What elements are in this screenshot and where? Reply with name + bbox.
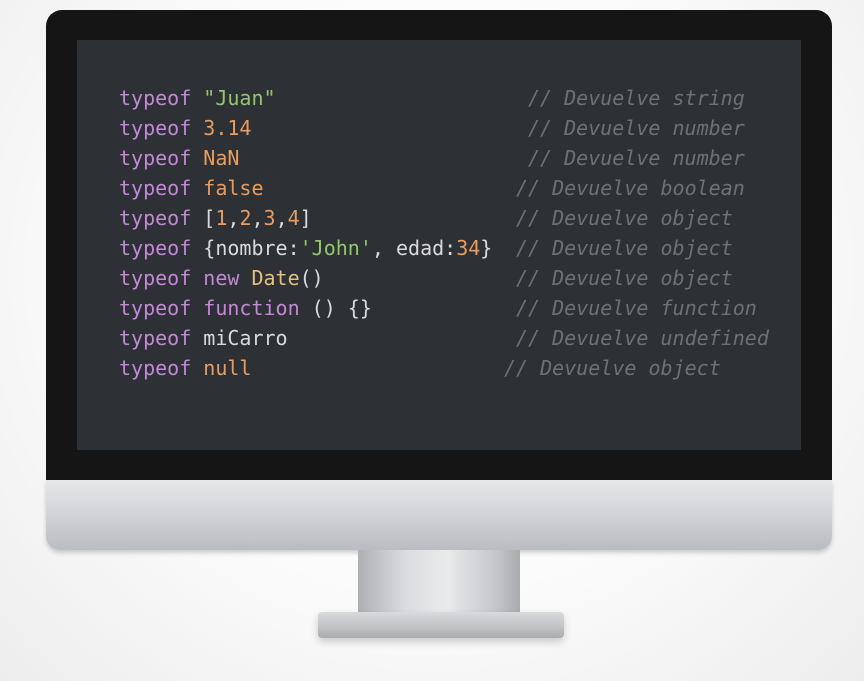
code-line: typeof function () {}	[119, 296, 372, 320]
code-line: typeof miCarro	[119, 326, 288, 350]
code-token-number: null	[203, 356, 252, 380]
code-token-keyword: typeof	[119, 296, 192, 320]
code-token-keyword: typeof	[119, 236, 192, 260]
code-token-prop: edad:	[395, 236, 457, 260]
code-token-keyword: new	[203, 266, 240, 290]
code-token-keyword: typeof	[119, 176, 192, 200]
code-token-keyword: typeof	[119, 116, 192, 140]
code-line: typeof "Juan"	[119, 86, 276, 110]
code-token-punct	[191, 266, 203, 290]
code-token-punct: }	[480, 236, 493, 260]
code-token-keyword: typeof	[119, 146, 192, 170]
code-comment: // Devuelve object	[516, 266, 733, 290]
code-token-punct: ,	[227, 206, 240, 230]
code-token-punct: () {}	[299, 296, 372, 320]
code-token-keyword: typeof	[119, 266, 192, 290]
code-token-punct: ,	[275, 206, 288, 230]
code-token-punct: ,	[251, 206, 264, 230]
code-token-number: 3	[263, 206, 276, 230]
code-token-punct	[191, 296, 203, 320]
code-token-keyword: typeof	[119, 326, 192, 350]
code-line: typeof [1,2,3,4]	[119, 206, 312, 230]
code-comment: // Devuelve undefined	[516, 326, 769, 350]
code-token-number: 1	[215, 206, 228, 230]
code-comment: // Devuelve object	[504, 356, 721, 380]
code-comment: // Devuelve function	[516, 296, 757, 320]
code-token-number: false	[203, 176, 264, 200]
code-line: typeof new Date()	[119, 266, 324, 290]
code-token-keyword: typeof	[119, 206, 192, 230]
code-comment: // Devuelve number	[528, 116, 745, 140]
code-comment: // Devuelve string	[528, 86, 745, 110]
code-token-keyword: typeof	[119, 86, 192, 110]
monitor-chin	[46, 480, 832, 550]
code-token-string: "Juan"	[203, 86, 276, 110]
code-token-number: 4	[287, 206, 300, 230]
code-token-keyword: typeof	[119, 356, 192, 380]
monitor-screen: typeof "Juan" // Devuelve string typeof 3.…	[77, 40, 801, 450]
code-token-punct: ,	[371, 236, 396, 260]
code-token-number: NaN	[203, 146, 240, 170]
code-token-punct	[191, 146, 203, 170]
code-token-number: 3.14	[203, 116, 252, 140]
code-token-punct: ]	[299, 206, 312, 230]
code-comment: // Devuelve boolean	[516, 176, 745, 200]
code-token-punct	[191, 116, 203, 140]
code-token-number: 34	[456, 236, 481, 260]
code-line: typeof 3.14	[119, 116, 251, 140]
code-token-punct: [	[191, 206, 216, 230]
monitor-stand-foot	[318, 612, 564, 638]
code-token-punct	[191, 356, 203, 380]
code-token-punct: miCarro	[191, 326, 288, 350]
code-comment: // Devuelve object	[516, 206, 733, 230]
code-comment: // Devuelve number	[528, 146, 745, 170]
code-token-prop: nombre:	[215, 236, 300, 260]
code-token-keyword: function	[203, 296, 300, 320]
code-token-class: Date	[251, 266, 300, 290]
code-line: typeof null	[119, 356, 251, 380]
code-line: typeof NaN	[119, 146, 239, 170]
code-line: typeof {nombre:'John', edad:34}	[119, 236, 492, 260]
code-comment: // Devuelve object	[516, 236, 733, 260]
code-token-punct	[191, 176, 203, 200]
code-token-number: 2	[239, 206, 252, 230]
code-token-punct	[191, 86, 203, 110]
monitor-stand-neck	[358, 550, 520, 620]
code-token-punct: {	[191, 236, 216, 260]
code-token-punct: ()	[299, 266, 324, 290]
code-line: typeof false	[119, 176, 264, 200]
code-token-string: 'John'	[299, 236, 372, 260]
code-token-punct	[239, 266, 251, 290]
